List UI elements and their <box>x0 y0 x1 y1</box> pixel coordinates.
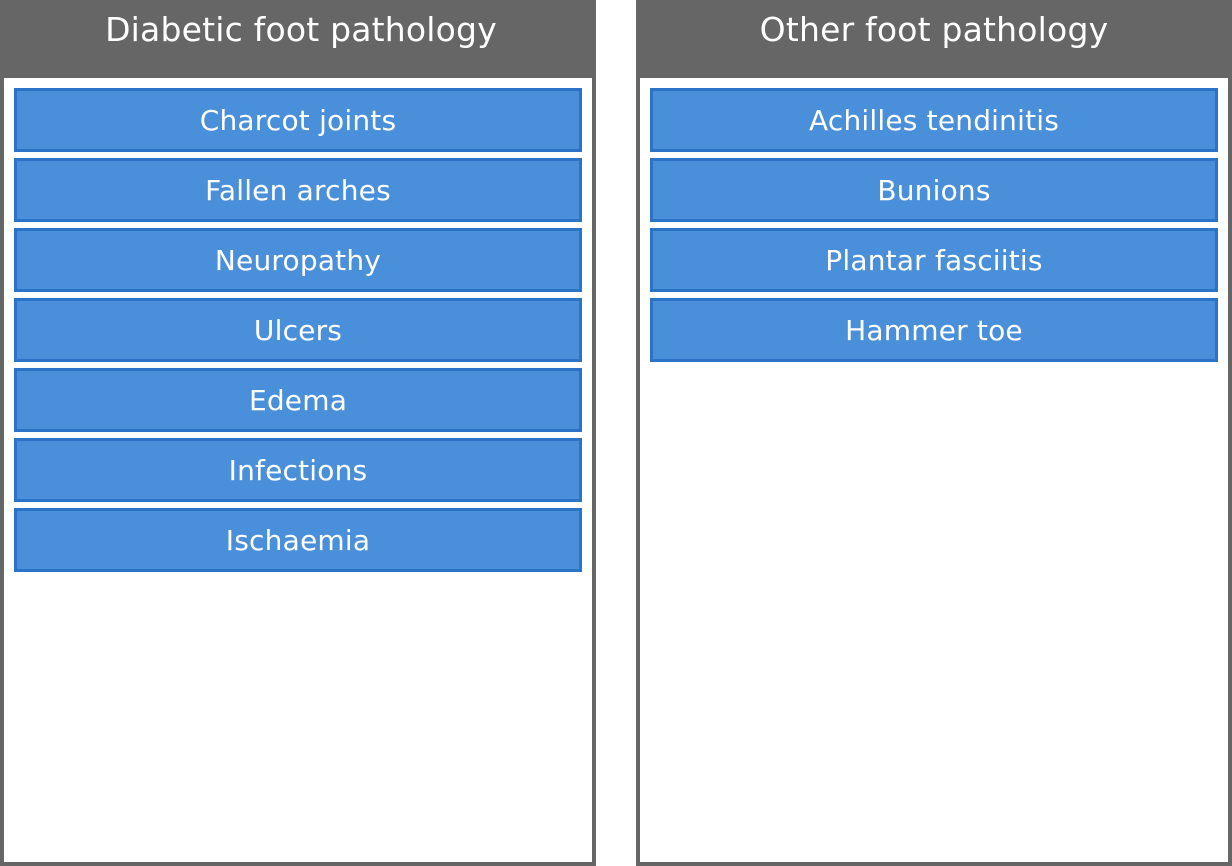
other-foot-item-list[interactable]: Achilles tendinitis Bunions Plantar fasc… <box>640 78 1228 362</box>
card-bunions[interactable]: Bunions <box>650 158 1218 222</box>
card-ischaemia[interactable]: Ischaemia <box>14 508 582 572</box>
card-achilles-tendinitis[interactable]: Achilles tendinitis <box>650 88 1218 152</box>
card-charcot-joints[interactable]: Charcot joints <box>14 88 582 152</box>
card-edema[interactable]: Edema <box>14 368 582 432</box>
card-infections[interactable]: Infections <box>14 438 582 502</box>
diabetic-foot-item-list[interactable]: Charcot joints Fallen arches Neuropathy … <box>4 78 592 572</box>
card-fallen-arches[interactable]: Fallen arches <box>14 158 582 222</box>
card-neuropathy[interactable]: Neuropathy <box>14 228 582 292</box>
diabetic-foot-column[interactable]: Diabetic foot pathology Charcot joints F… <box>0 0 596 866</box>
card-plantar-fasciitis[interactable]: Plantar fasciitis <box>650 228 1218 292</box>
card-ulcers[interactable]: Ulcers <box>14 298 582 362</box>
other-foot-header: Other foot pathology <box>636 0 1232 78</box>
diabetic-foot-header: Diabetic foot pathology <box>0 0 596 78</box>
other-foot-column[interactable]: Other foot pathology Achilles tendinitis… <box>636 0 1232 866</box>
card-hammer-toe[interactable]: Hammer toe <box>650 298 1218 362</box>
